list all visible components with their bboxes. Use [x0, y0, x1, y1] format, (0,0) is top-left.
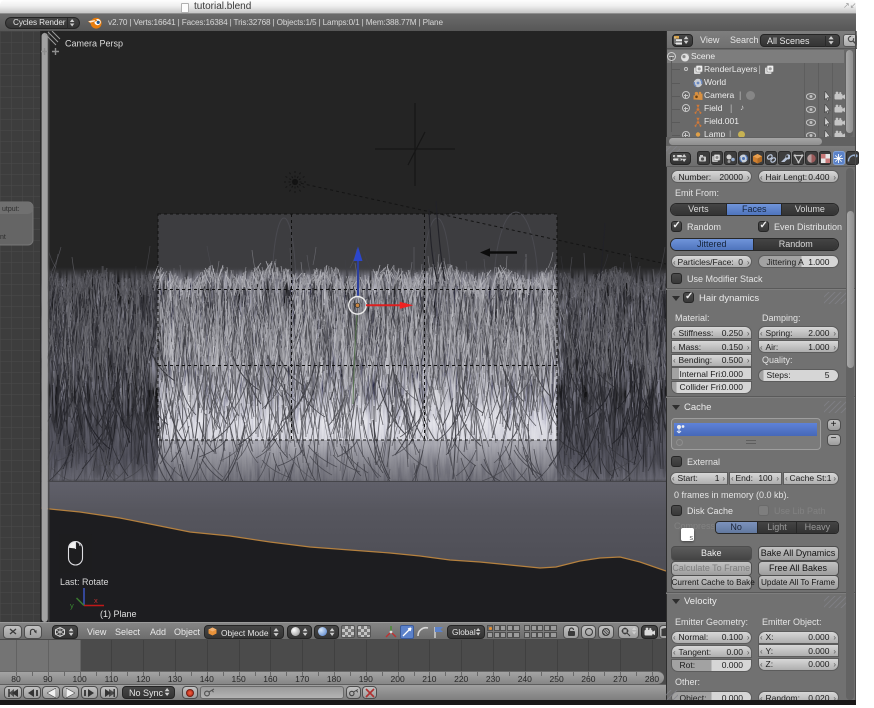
svg-text:Camera Persp: Camera Persp — [65, 39, 123, 49]
svg-text:Last: Rotate: Last: Rotate — [60, 577, 109, 587]
svg-text:y: y — [70, 601, 74, 610]
svg-text:(1) Plane: (1) Plane — [100, 609, 137, 619]
svg-text:nt: nt — [0, 234, 6, 241]
svg-text:utput:: utput: — [2, 206, 20, 213]
svg-text:x: x — [94, 596, 98, 605]
